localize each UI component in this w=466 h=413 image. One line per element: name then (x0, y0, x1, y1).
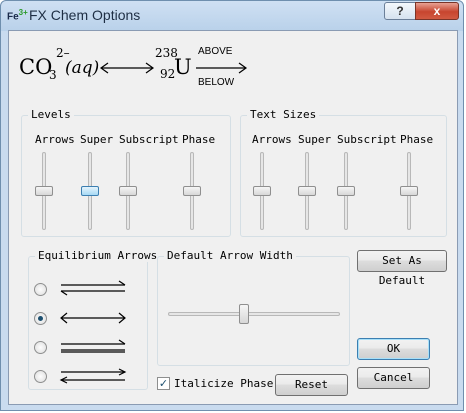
equilibrium-option-1-radio[interactable] (34, 283, 47, 296)
element-symbol: U (174, 55, 192, 79)
sizes-col-arrows: Arrows (252, 133, 292, 146)
app-icon: Fe3+ (7, 8, 28, 23)
text-sizes-group-title: Text Sizes (247, 108, 320, 121)
above-label: ABOVE (198, 46, 233, 57)
sizes-super-slider[interactable] (298, 186, 316, 196)
equilibrium-option-3-radio[interactable] (34, 341, 47, 354)
sizes-subscript-slider[interactable] (337, 186, 355, 196)
formula-preview: CO 3 2– (aq) 238 92 U ABOVE BELOW (19, 41, 259, 93)
levels-arrows-slider[interactable] (35, 186, 53, 196)
levels-subscript-slider[interactable] (119, 186, 137, 196)
full-double-harpoon-icon (61, 339, 126, 353)
default-arrow-width-group: Default Arrow Width (157, 249, 350, 366)
options-window: Fe3+ FX Chem Options ? x CO 3 2– (aq) 23… (0, 0, 464, 411)
levels-phase-slider[interactable] (183, 186, 201, 196)
levels-col-phase: Phase (182, 133, 216, 146)
arrow-width-track[interactable] (168, 312, 340, 316)
help-button[interactable]: ? (384, 2, 416, 20)
close-button[interactable]: x (415, 2, 459, 20)
sizes-phase-slider[interactable] (400, 186, 418, 196)
window-title: FX Chem Options (29, 7, 141, 23)
equilibrium-option-2-radio[interactable] (34, 312, 47, 325)
below-label: BELOW (198, 77, 235, 88)
formula-base: CO (19, 55, 53, 79)
right-arrow-icon (196, 62, 248, 74)
reset-button[interactable]: Reset (275, 374, 348, 396)
sizes-col-subscript: Subscript (337, 133, 397, 146)
italicize-phase-checkbox[interactable]: ✓ (157, 377, 170, 390)
double-arrow-icon (60, 312, 126, 324)
opposing-arrows-icon (59, 368, 127, 384)
equilibrium-group-title: Equilibrium Arrows (35, 249, 161, 262)
close-icon: x (433, 4, 441, 18)
formula-subscript: 3 (49, 68, 57, 82)
title-bar[interactable]: Fe3+ FX Chem Options ? x (1, 1, 465, 29)
dialog-client: CO 3 2– (aq) 238 92 U ABOVE BELOW Levels… (8, 30, 458, 405)
levels-col-super: Super (80, 133, 114, 146)
arrow-width-group-title: Default Arrow Width (164, 249, 296, 262)
ok-button[interactable]: OK (357, 338, 430, 360)
levels-group: Levels Arrows Super Subscript Phase (21, 108, 231, 237)
levels-group-title: Levels (28, 108, 74, 121)
atomic-number: 92 (160, 67, 176, 81)
equilibrium-arrow-icon (99, 62, 155, 74)
checkmark-icon: ✓ (158, 377, 169, 390)
arrow-width-slider[interactable] (239, 304, 249, 324)
levels-col-subscript: Subscript (119, 133, 179, 146)
equilibrium-option-4-radio[interactable] (34, 370, 47, 383)
levels-super-slider[interactable] (81, 186, 99, 196)
cancel-button[interactable]: Cancel (357, 367, 430, 389)
sizes-col-phase: Phase (400, 133, 434, 146)
sizes-col-super: Super (298, 133, 332, 146)
sizes-arrows-slider[interactable] (253, 186, 271, 196)
phase-label: (aq) (65, 58, 100, 78)
set-as-default-button[interactable]: Set As Default (357, 250, 447, 287)
text-sizes-group: Text Sizes Arrows Super Subscript Phase (240, 108, 447, 237)
levels-col-arrows: Arrows (35, 133, 75, 146)
italicize-phase-label[interactable]: Italicize Phase (174, 377, 273, 390)
single-harpoon-pair-icon (60, 280, 126, 296)
equilibrium-arrows-group: Equilibrium Arrows (28, 249, 161, 390)
